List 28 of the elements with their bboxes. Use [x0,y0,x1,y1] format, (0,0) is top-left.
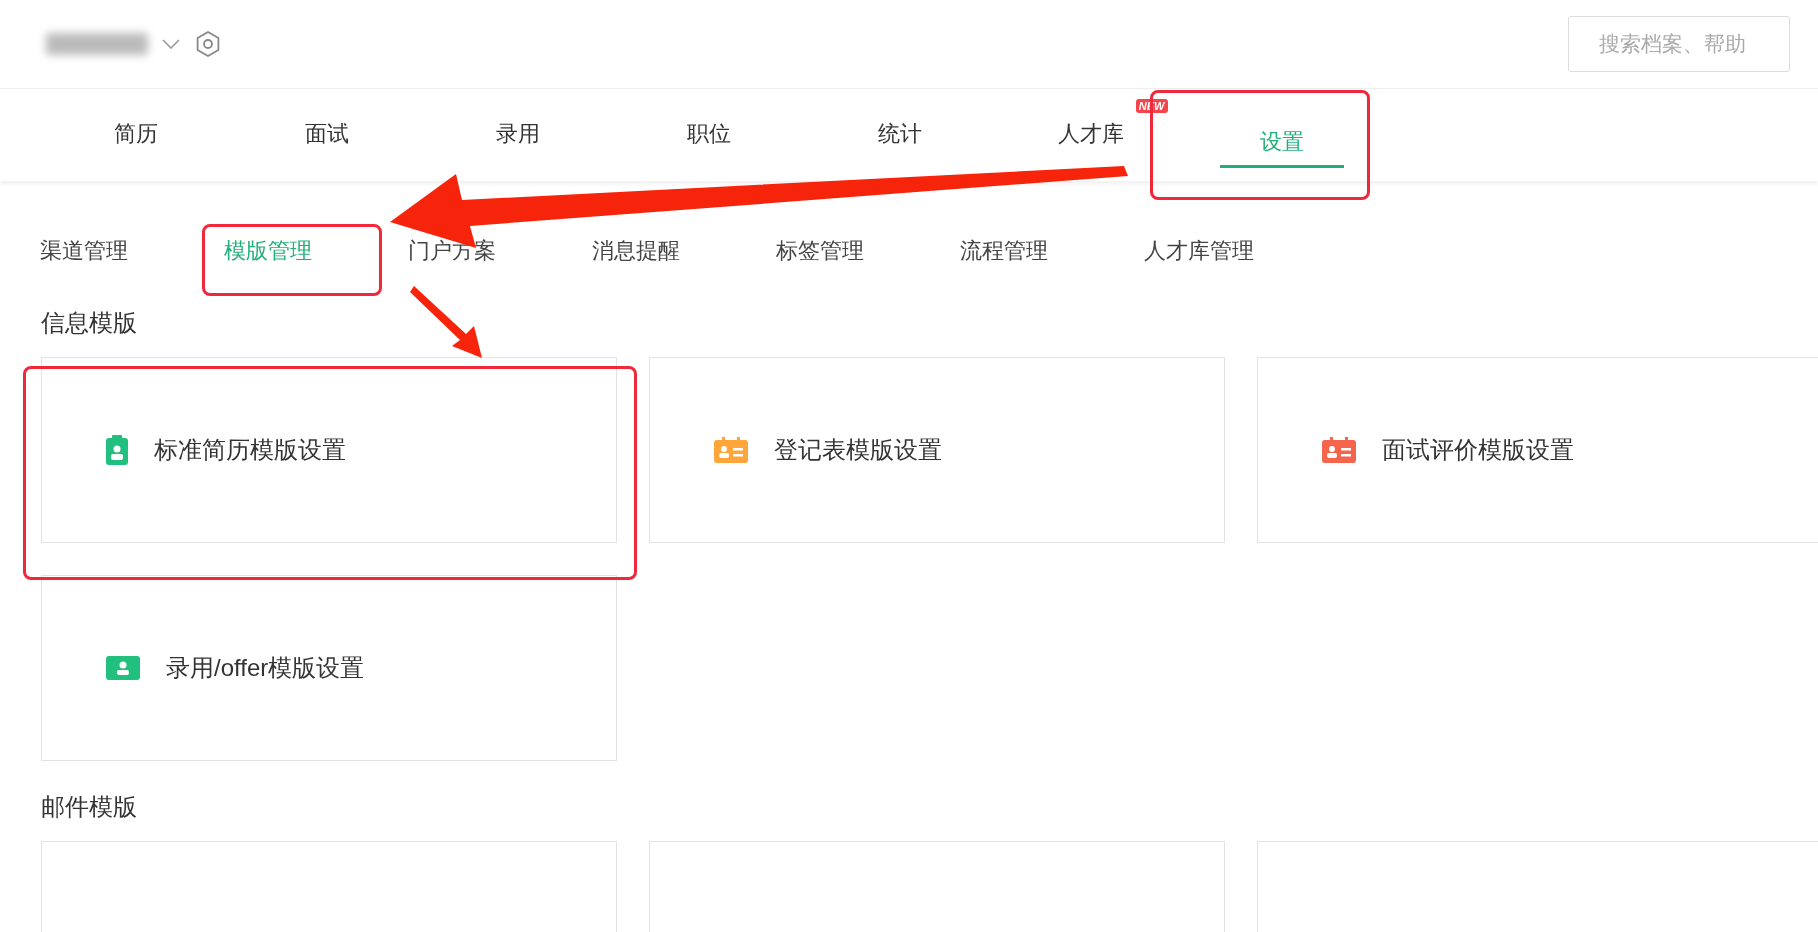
chevron-down-icon[interactable] [162,39,180,49]
nav-tab[interactable]: 统计 [877,110,922,160]
id-card-icon [1322,437,1356,463]
template-card[interactable]: 标准简历模版设置 [41,357,617,543]
template-card[interactable]: 录用/offer模版设置 [41,575,617,761]
sub-tab[interactable]: 人才库管理 [1144,238,1254,263]
search-field[interactable]: 搜索档案、帮助 [1568,16,1790,72]
card-label: 标准简历模版设置 [154,435,346,465]
nav-tab[interactable]: 录用 [495,110,540,160]
settings-icon[interactable] [194,30,222,58]
nav-tab[interactable]: 面试 [304,110,349,160]
annotation-arrow [410,286,482,358]
template-card[interactable]: 面试评价模版设置 [1257,357,1818,543]
template-card[interactable]: 登记表模版设置 [649,357,1225,543]
section-title: 信息模版 [41,308,138,338]
card-label: 登记表模版设置 [774,435,942,465]
card-label: 录用/offer模版设置 [166,653,365,683]
section-title: 邮件模版 [41,792,138,822]
sub-tab[interactable]: 标签管理 [776,238,864,263]
id-card-icon [106,656,140,680]
sub-tab[interactable]: 渠道管理 [40,238,128,263]
nav-tab[interactable]: 职位 [686,110,731,160]
id-card-icon [714,437,748,463]
nav-tab[interactable]: 简历 [113,110,158,160]
sub-tab[interactable]: 消息提醒 [592,238,680,263]
card-label: 面试评价模版设置 [1382,435,1574,465]
clipboard-icon [106,435,128,465]
sub-tab[interactable]: 流程管理 [960,238,1048,263]
